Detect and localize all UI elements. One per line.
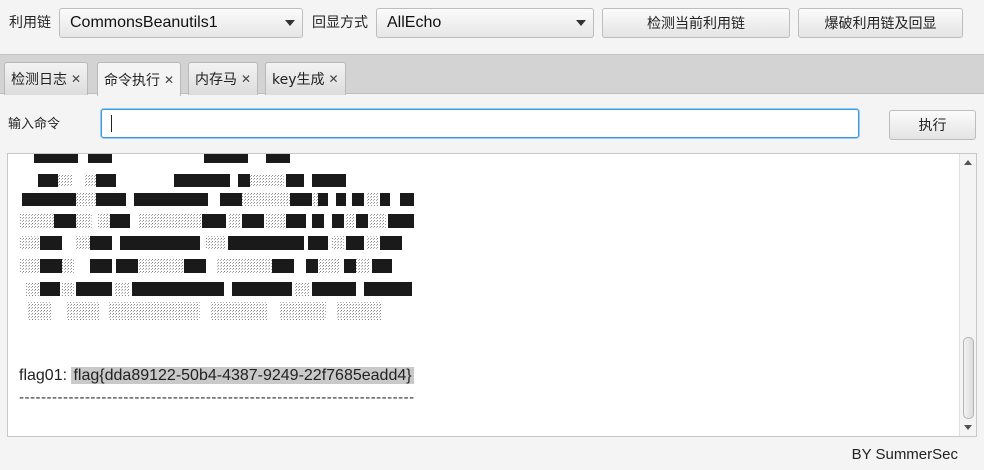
tab-key-gen[interactable]: key生成 ✕: [265, 62, 346, 95]
command-input[interactable]: [101, 109, 859, 138]
close-icon[interactable]: ✕: [71, 72, 81, 86]
separator-line: ----------------------------------------…: [19, 389, 415, 406]
tab-label: key生成: [272, 72, 325, 88]
text-caret: [111, 115, 112, 132]
tab-memshell[interactable]: 内存马 ✕: [188, 62, 259, 95]
chain-select[interactable]: CommonsBeanutils1: [59, 8, 303, 38]
output-textarea[interactable]: flag01: flag{dda89122-50b4-4387-9249-22f…: [7, 153, 977, 437]
flag-line: flag01: flag{dda89122-50b4-4387-9249-22f…: [19, 367, 414, 385]
close-icon[interactable]: ✕: [329, 72, 339, 86]
tab-label: 内存马: [195, 72, 237, 88]
scroll-thumb[interactable]: [963, 337, 974, 419]
tab-label: 检测日志: [11, 72, 67, 88]
chain-select-value: CommonsBeanutils1: [70, 14, 218, 31]
chain-label: 利用链: [9, 15, 51, 31]
footer-credit: BY SummerSec: [851, 446, 958, 463]
chevron-down-icon: [278, 9, 302, 37]
command-label: 输入命令: [8, 117, 61, 132]
close-icon[interactable]: ✕: [164, 73, 174, 87]
flag-prefix: flag01:: [19, 367, 72, 384]
vertical-scrollbar[interactable]: [959, 154, 976, 436]
echo-label: 回显方式: [312, 15, 368, 31]
tab-command-exec[interactable]: 命令执行 ✕: [97, 62, 182, 96]
echo-select[interactable]: AllEcho: [376, 8, 594, 38]
flag-value: flag{dda89122-50b4-4387-9249-22f7685eadd…: [71, 367, 414, 384]
detect-chain-button[interactable]: 检测当前利用链: [602, 8, 790, 38]
echo-select-value: AllEcho: [387, 14, 442, 31]
tab-detect-log[interactable]: 检测日志 ✕: [4, 62, 89, 95]
tab-label: 命令执行: [104, 72, 160, 89]
brute-chain-button[interactable]: 爆破利用链及回显: [798, 8, 963, 38]
tab-bar: 检测日志 ✕ 命令执行 ✕ 内存马 ✕ key生成 ✕: [0, 54, 984, 96]
scroll-down-icon[interactable]: [964, 425, 972, 430]
ascii-art-banner: [20, 154, 414, 320]
execute-button[interactable]: 执行: [889, 110, 976, 140]
scroll-up-icon[interactable]: [964, 160, 972, 165]
close-icon[interactable]: ✕: [241, 72, 251, 86]
toolbar: 利用链 CommonsBeanutils1 回显方式 AllEcho 检测当前利…: [0, 0, 984, 46]
chevron-down-icon: [569, 9, 593, 37]
